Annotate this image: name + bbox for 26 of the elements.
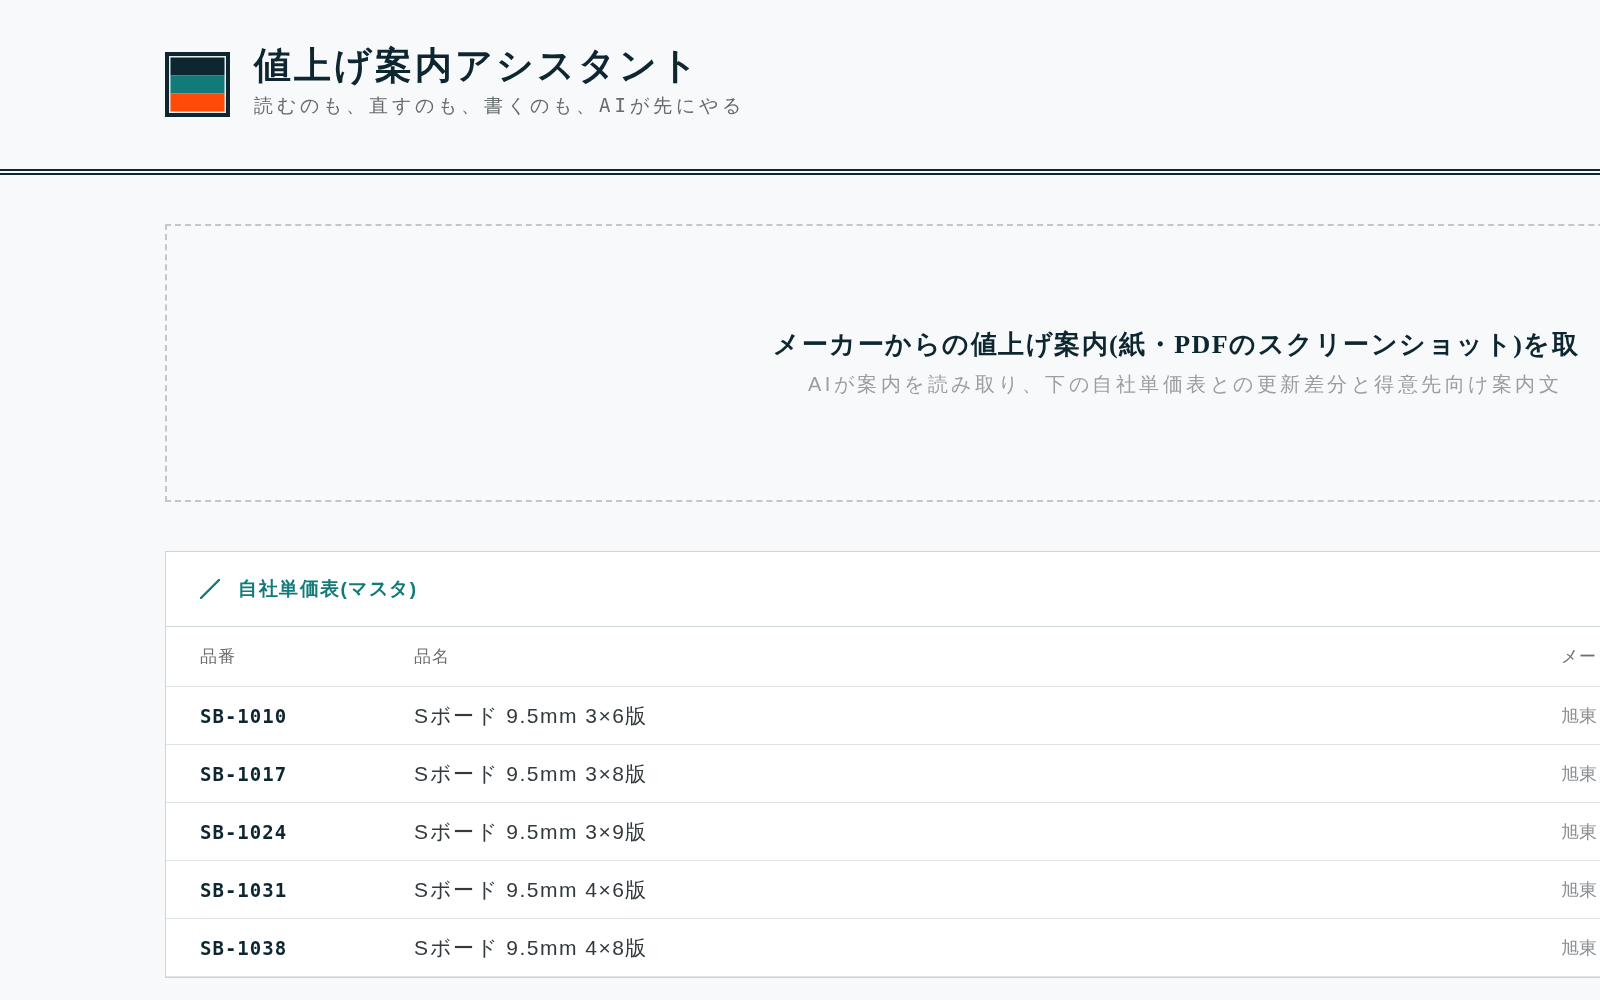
table-cell-text: 旭東 [1561,820,1597,844]
upload-dropzone[interactable]: メーカーからの値上げ案内(紙・PDFのスクリーンショット)を取 AIが案内を読み取り、下の自社単価表との更新差分と得意先向け案内文 [165,224,1600,502]
table-cell-text: 旭東 [1561,936,1597,960]
table-cell-text: Sボード 9.5mm 4×6版 [414,876,648,903]
table-cell: SB-1031 [200,878,288,901]
table-cell: SB-1017 [200,762,288,785]
table-cell-text: 旭東 [1561,704,1597,728]
section-title: 自社単価表(マスタ) [238,577,418,601]
dropzone-hint: AIが案内を読み取り、下の自社単価表との更新差分と得意先向け案内文 [808,372,1563,397]
table-cell-text: 旭東 [1561,878,1597,902]
table-cell-text: Sボード 9.5mm 3×6版 [414,702,648,729]
app-title: 値上げ案内アシスタント [254,44,702,88]
dropzone-title: メーカーからの値上げ案内(紙・PDFのスクリーンショット)を取 [773,329,1580,361]
table-cell: SB-1038 [200,936,288,959]
column-header: メー [1561,646,1597,668]
table-cell: SB-1024 [200,820,288,843]
table-cell-text: Sボード 9.5mm 3×8版 [414,760,648,787]
slash-icon [200,579,220,599]
column-header: 品番 [200,646,236,668]
table-cell-text: 旭東 [1561,762,1597,786]
column-header: 品名 [414,646,450,668]
table-cell: SB-1010 [200,704,288,727]
striped-logo-icon [165,52,230,117]
app-tagline: 読むのも、直すのも、書くのも、AIが先にやる [254,93,745,118]
table-cell-text: Sボード 9.5mm 3×9版 [414,818,648,845]
table-cell-text: Sボード 9.5mm 4×8版 [414,934,648,961]
